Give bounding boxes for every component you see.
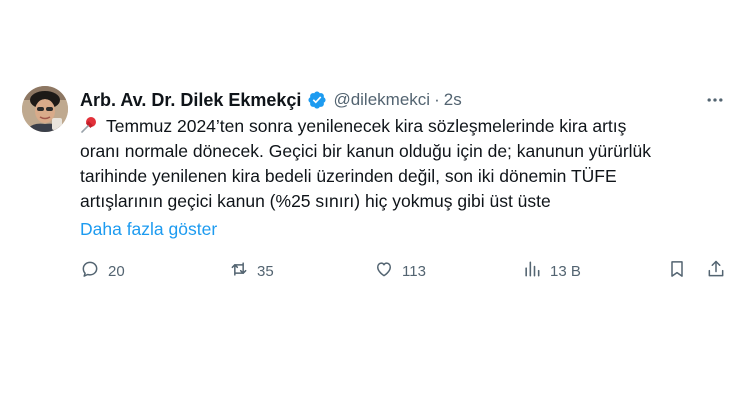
tweet-text-line-1: Temmuz 2024’ten sonra yenilenecek kira s… (106, 116, 627, 136)
tweet-text-line: Temmuz 2024’ten sonra yenilenecek kira s… (80, 114, 710, 139)
action-bar: 20 35 113 13 B (0, 258, 730, 284)
avatar[interactable] (22, 86, 68, 132)
timestamp[interactable]: 2s (444, 90, 462, 110)
tweet-text-line-4: artışlarının geçici kanun (%25 sınırı) h… (80, 191, 551, 211)
separator-dot: · (434, 90, 440, 109)
heart-icon (374, 259, 394, 283)
share-icon (706, 259, 726, 283)
tweet-header: Arb. Av. Dr. Dilek Ekmekçi @dilekmekci ·… (80, 88, 462, 112)
repost-icon (229, 259, 249, 283)
bookmark-icon (667, 259, 687, 283)
reply-button[interactable]: 20 (80, 258, 125, 284)
tweet: Arb. Av. Dr. Dilek Ekmekçi @dilekmekci ·… (0, 0, 730, 420)
tweet-text: Temmuz 2024’ten sonra yenilenecek kira s… (80, 114, 710, 214)
tweet-text-line-3: tarihinde yenilenen kira bedeli üzerinde… (80, 166, 617, 186)
author-name[interactable]: Arb. Av. Dr. Dilek Ekmekçi (80, 90, 301, 111)
repost-count: 35 (257, 262, 274, 280)
author-handle[interactable]: @dilekmekci (333, 90, 430, 110)
show-more-link[interactable]: Daha fazla göster (80, 219, 217, 240)
share-button[interactable] (706, 258, 726, 284)
reply-icon (80, 259, 100, 283)
avatar-photo (22, 86, 68, 132)
views-button[interactable]: 13 B (522, 258, 581, 284)
pushpin-icon (80, 116, 98, 134)
bookmark-button[interactable] (667, 258, 687, 284)
like-count: 113 (402, 262, 426, 280)
repost-button[interactable]: 35 (229, 258, 274, 284)
view-count: 13 B (550, 262, 581, 280)
verified-badge-icon (307, 90, 327, 110)
reply-count: 20 (108, 262, 125, 280)
analytics-icon (522, 259, 542, 283)
like-button[interactable]: 113 (374, 258, 426, 284)
more-options-icon[interactable] (704, 90, 726, 110)
tweet-text-line-2: oranı normale dönecek. Geçici bir kanun … (80, 141, 652, 161)
